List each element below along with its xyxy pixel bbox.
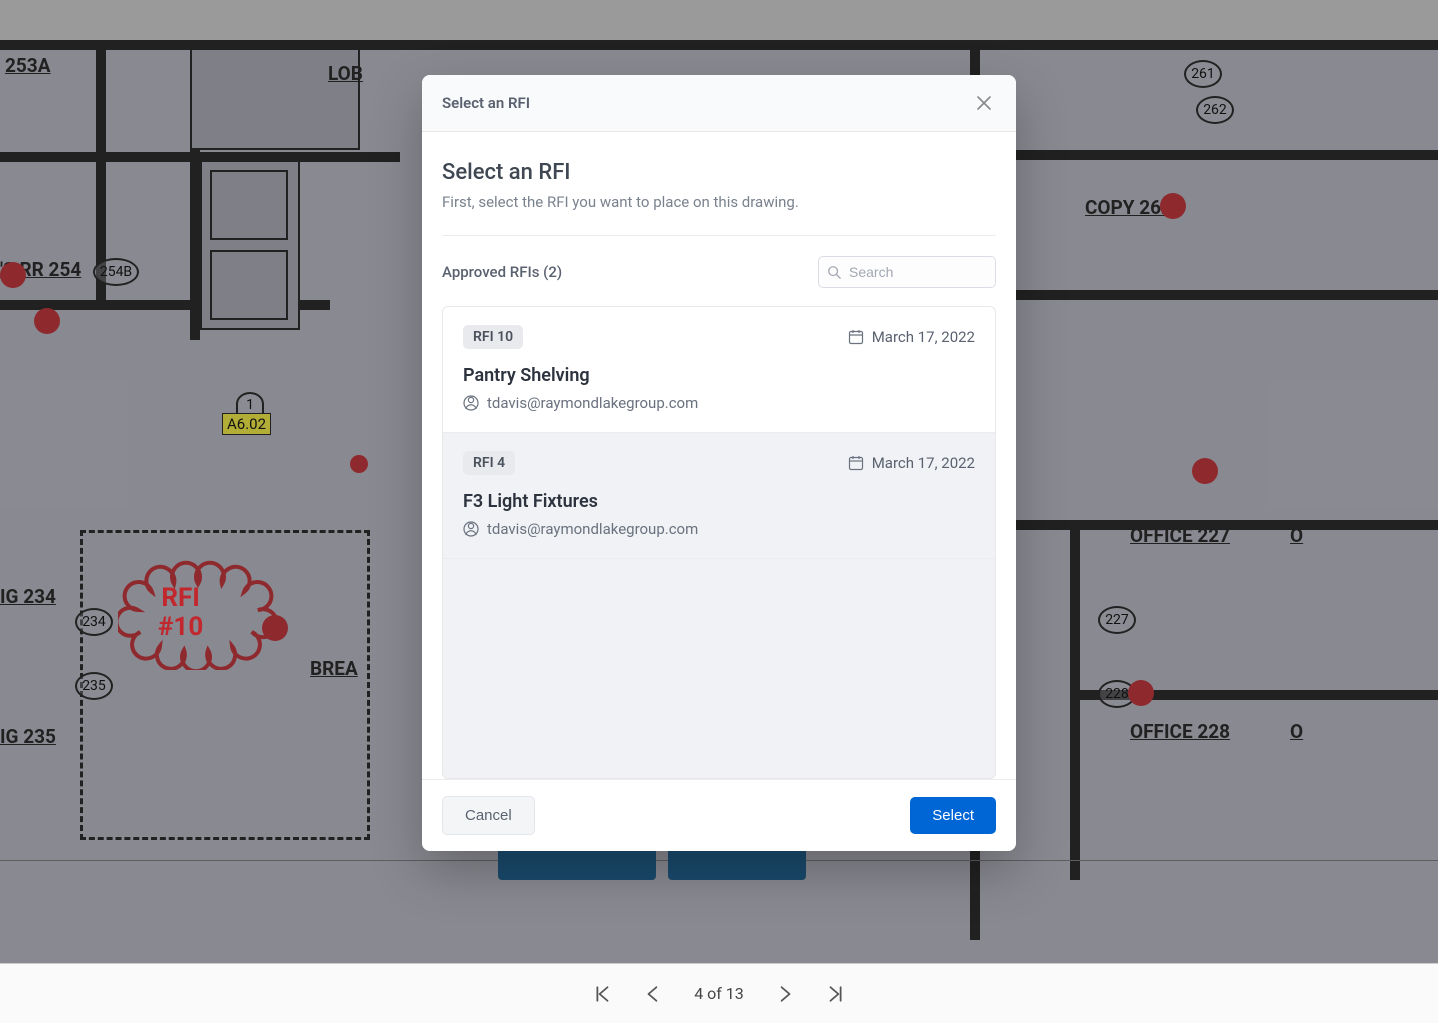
next-page-icon[interactable] xyxy=(776,985,794,1003)
rfi-badge: RFI 4 xyxy=(463,451,515,475)
page-indicator: 4 of 13 xyxy=(694,984,744,1003)
last-page-icon[interactable] xyxy=(826,985,844,1003)
rfi-stamp-line2: #10 xyxy=(158,613,203,642)
top-bar xyxy=(0,0,1438,40)
rfi-list: RFI 10 March 17, 2022 Pantry Shelving td… xyxy=(442,306,996,779)
rfi-owner-text: tdavis@raymondlakegroup.com xyxy=(487,520,698,538)
close-button[interactable] xyxy=(972,91,996,115)
search-input[interactable] xyxy=(818,256,996,288)
rfi-stamp-line1: RFI xyxy=(158,584,203,613)
cancel-button[interactable]: Cancel xyxy=(442,796,535,835)
modal-body-title: Select an RFI xyxy=(442,160,996,185)
search-wrap xyxy=(818,256,996,288)
rfi-owner: tdavis@raymondlakegroup.com xyxy=(463,520,975,538)
person-icon xyxy=(463,395,479,411)
select-rfi-modal: Select an RFI Select an RFI First, selec… xyxy=(422,75,1016,851)
rfi-title: F3 Light Fixtures xyxy=(463,491,975,512)
list-controls: Approved RFIs (2) xyxy=(442,256,996,288)
pagination-bar: 4 of 13 xyxy=(0,963,1438,1023)
rfi-owner: tdavis@raymondlakegroup.com xyxy=(463,394,975,412)
rfi-date-text: March 17, 2022 xyxy=(872,328,975,346)
rfi-badge: RFI 10 xyxy=(463,325,523,349)
modal-body: Select an RFI First, select the RFI you … xyxy=(422,132,1016,779)
modal-footer: Cancel Select xyxy=(422,779,1016,851)
first-page-icon[interactable] xyxy=(594,985,612,1003)
prev-page-icon[interactable] xyxy=(644,985,662,1003)
divider xyxy=(442,235,996,236)
rfi-card[interactable]: RFI 10 March 17, 2022 Pantry Shelving td… xyxy=(443,307,995,433)
rfi-card[interactable]: RFI 4 March 17, 2022 F3 Light Fixtures t… xyxy=(443,433,995,559)
rfi-owner-text: tdavis@raymondlakegroup.com xyxy=(487,394,698,412)
calendar-icon xyxy=(848,329,864,345)
rfi-date: March 17, 2022 xyxy=(848,454,975,472)
approved-count-label: Approved RFIs (2) xyxy=(442,263,562,281)
rfi-date: March 17, 2022 xyxy=(848,328,975,346)
modal-header-title: Select an RFI xyxy=(442,94,530,112)
calendar-icon xyxy=(848,455,864,471)
close-icon xyxy=(977,96,991,110)
modal-header: Select an RFI xyxy=(422,75,1016,132)
person-icon xyxy=(463,521,479,537)
rfi-date-text: March 17, 2022 xyxy=(872,454,975,472)
search-icon xyxy=(827,265,841,279)
modal-body-subtitle: First, select the RFI you want to place … xyxy=(442,193,996,211)
rfi-title: Pantry Shelving xyxy=(463,365,975,386)
select-button[interactable]: Select xyxy=(910,797,996,834)
